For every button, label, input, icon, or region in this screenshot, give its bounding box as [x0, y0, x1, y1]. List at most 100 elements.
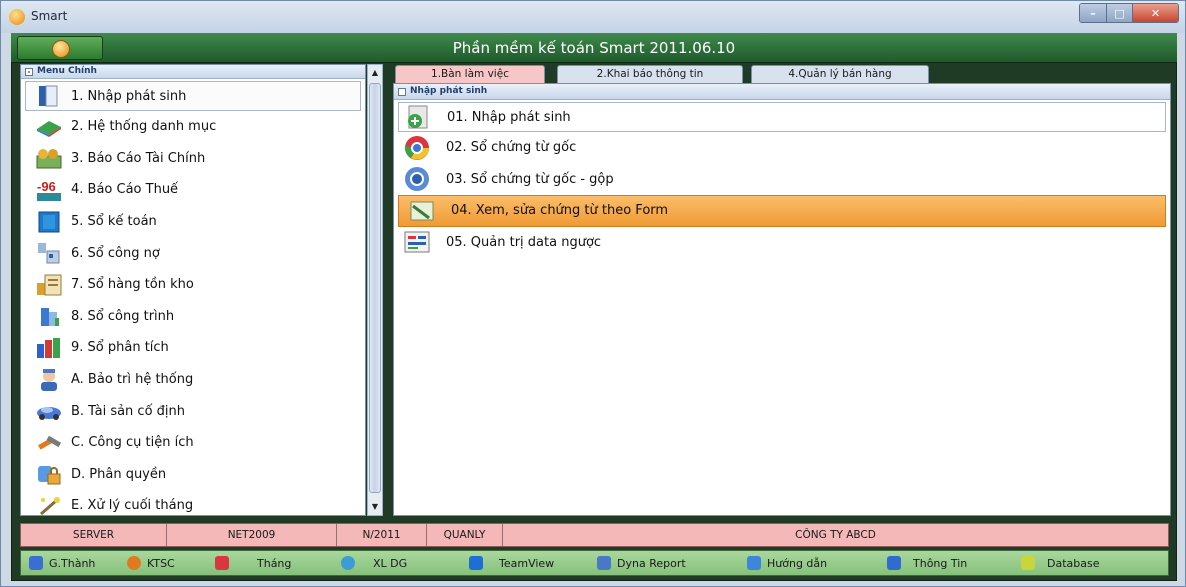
menu-item-he-thong-danh-muc[interactable]: 2. Hệ thống danh mục — [21, 111, 365, 143]
menu-item-label: 8. Sổ công trình — [71, 308, 175, 324]
work-panel: Nhập phát sinh 01. Nhập phát sinh 02. Sổ… — [393, 83, 1171, 516]
menu-item-label: 2. Hệ thống danh mục — [71, 119, 217, 135]
collapse-icon[interactable]: - — [25, 68, 33, 76]
menu-scrollbar[interactable]: ▲ ▼ — [367, 64, 383, 516]
tab-quan-ly-ban-hang[interactable]: 4.Quản lý bán hàng — [751, 65, 929, 83]
close-button[interactable]: ✕ — [1132, 4, 1178, 22]
ledger-icon — [35, 210, 63, 234]
collapse-icon[interactable] — [398, 88, 406, 96]
chrome-icon — [402, 135, 432, 161]
building-icon — [35, 304, 63, 328]
menu-item-tai-san-co-dinh[interactable]: B. Tài sản cố định — [21, 395, 365, 427]
menu-item-so-cong-no[interactable]: 6. Sổ công nợ — [21, 237, 365, 269]
menu-item-label: 7. Sổ hàng tồn kho — [71, 277, 194, 293]
menu-item-so-cong-trinh[interactable]: 8. Sổ công trình — [21, 301, 365, 333]
menu-item-so-ke-toan[interactable]: 5. Sổ kế toán — [21, 206, 365, 238]
toolbar-label: Thông Tin — [913, 556, 968, 570]
work-item-so-chung-tu-goc[interactable]: 02. Sổ chứng từ gốc — [394, 132, 1170, 164]
menu-item-so-hang-ton-kho[interactable]: 7. Sổ hàng tồn kho — [21, 269, 365, 301]
window-controls: – □ ✕ — [1079, 3, 1179, 23]
menu-item-label: 4. Báo Cáo Thuế — [71, 182, 179, 198]
app-window: Smart – □ ✕ Phần mềm kế toán Smart 2011.… — [0, 0, 1186, 587]
menu-item-bao-cao-tai-chinh[interactable]: 3. Báo Cáo Tài Chính — [21, 143, 365, 175]
menu-item-label: A. Bảo trì hệ thống — [71, 372, 194, 388]
status-bar: SERVER NET2009 N/2011 QUANLY CÔNG TY ABC… — [20, 523, 1169, 547]
app-title: Phần mềm kế toán Smart 2011.06.10 — [452, 39, 736, 57]
tools-icon — [35, 431, 63, 455]
chrome-blue-icon — [402, 166, 432, 192]
permission-icon — [35, 462, 63, 486]
app-header: Phần mềm kế toán Smart 2011.06.10 — [11, 33, 1177, 63]
work-item-list: 01. Nhập phát sinh 02. Sổ chứng từ gốc 0… — [394, 100, 1170, 258]
menu-item-label: 5. Sổ kế toán — [71, 214, 157, 230]
maximize-button[interactable]: □ — [1106, 4, 1132, 22]
toolbar-xldg-button[interactable]: XL DG — [341, 552, 469, 574]
scroll-up-icon[interactable]: ▲ — [368, 65, 382, 81]
work-item-so-chung-tu-goc-gop[interactable]: 03. Sổ chứng từ gốc - gộp — [394, 164, 1170, 196]
teamviewer-icon — [469, 556, 483, 570]
main-menu-header[interactable]: - Menu Chính — [21, 65, 365, 79]
work-item-xem-sua-chung-tu[interactable]: 04. Xem, sửa chứng từ theo Form — [398, 195, 1166, 227]
document-icon — [35, 84, 63, 108]
app-icon — [9, 9, 25, 25]
work-item-label: 01. Nhập phát sinh — [447, 109, 571, 125]
menu-item-phan-quyen[interactable]: D. Phân quyền — [21, 459, 365, 491]
scroll-thumb[interactable] — [369, 83, 381, 493]
toolbar-huong-dan-button[interactable]: Hướng dẫn — [747, 552, 887, 574]
calendar-icon — [215, 556, 229, 570]
menu-item-bao-cao-thue[interactable]: -96 4. Báo Cáo Thuế — [21, 174, 365, 206]
title-bar: Smart – □ ✕ — [1, 1, 1185, 33]
toolbar-thong-tin-button[interactable]: Thông Tin — [887, 552, 1021, 574]
tab-khai-bao-thong-tin[interactable]: 2.Khai báo thông tin — [557, 65, 743, 83]
menu-item-label: 9. Sổ phân tích — [71, 340, 169, 356]
work-item-label: 03. Sổ chứng từ gốc - gộp — [446, 171, 614, 187]
tab-bar: 1.Bàn làm việc 2.Khai báo thông tin 4.Qu… — [387, 64, 1169, 83]
work-panel-title: Nhập phát sinh — [410, 86, 488, 96]
main-menu-list: 1. Nhập phát sinh 2. Hệ thống danh mục 3… — [21, 79, 365, 522]
scroll-down-icon[interactable]: ▼ — [368, 499, 382, 515]
menu-item-nhap-phat-sinh[interactable]: 1. Nhập phát sinh — [25, 81, 361, 111]
user-maintenance-icon — [35, 368, 63, 392]
status-database: NET2009 — [167, 524, 337, 546]
work-panel-header[interactable]: Nhập phát sinh — [394, 84, 1170, 100]
report-icon — [597, 556, 611, 570]
bottom-toolbar: G.Thành KTSC Tháng XL DG TeamView Dyna R… — [20, 550, 1169, 576]
edit-form-icon — [407, 198, 437, 224]
pipe-icon — [29, 556, 43, 570]
main-menu-title: Menu Chính — [37, 66, 97, 76]
menu-item-so-phan-tich[interactable]: 9. Sổ phân tích — [21, 332, 365, 364]
menu-item-label: C. Công cụ tiện ích — [71, 435, 194, 451]
menu-item-label: D. Phân quyền — [71, 466, 167, 482]
toolbar-dyna-report-button[interactable]: Dyna Report — [597, 552, 747, 574]
toolbar-label: Tháng — [257, 556, 292, 570]
menu-item-label: 1. Nhập phát sinh — [71, 88, 187, 104]
tax-icon: -96 — [35, 178, 63, 202]
toolbar-ktsc-button[interactable]: KTSC — [127, 552, 215, 574]
menu-item-label: 6. Sổ công nợ — [71, 245, 160, 261]
toolbar-teamview-button[interactable]: TeamView — [469, 552, 597, 574]
status-user: QUANLY — [427, 524, 503, 546]
toolbar-database-button[interactable]: Database — [1021, 552, 1131, 574]
debt-icon — [35, 241, 63, 265]
tab-ban-lam-viec[interactable]: 1.Bàn làm việc — [395, 65, 545, 83]
add-document-icon — [403, 104, 433, 130]
magic-icon — [35, 494, 63, 518]
toolbar-label: G.Thành — [49, 556, 96, 570]
work-item-label: 05. Quản trị data ngược — [446, 234, 602, 250]
globe-icon — [341, 556, 355, 570]
work-item-nhap-phat-sinh[interactable]: 01. Nhập phát sinh — [398, 102, 1166, 132]
toolbar-thang-button[interactable]: Tháng — [215, 552, 341, 574]
toolbar-gthanh-button[interactable]: G.Thành — [29, 552, 127, 574]
menu-item-cong-cu-tien-ich[interactable]: C. Công cụ tiện ích — [21, 427, 365, 459]
status-server: SERVER — [21, 524, 167, 546]
svg-text:-96: -96 — [37, 179, 56, 194]
toolbar-label: XL DG — [373, 556, 408, 570]
work-item-quan-tri-data-nguoc[interactable]: 05. Quản trị data ngược — [394, 227, 1170, 259]
menu-item-bao-tri-he-thong[interactable]: A. Bảo trì hệ thống — [21, 364, 365, 396]
shield-icon — [127, 556, 141, 570]
status-period: N/2011 — [337, 524, 427, 546]
menu-item-xu-ly-cuoi-thang[interactable]: E. Xử lý cuối tháng — [21, 490, 365, 522]
minimize-button[interactable]: – — [1080, 4, 1106, 22]
status-company: CÔNG TY ABCD — [795, 529, 876, 541]
window-title: Smart — [31, 9, 68, 23]
